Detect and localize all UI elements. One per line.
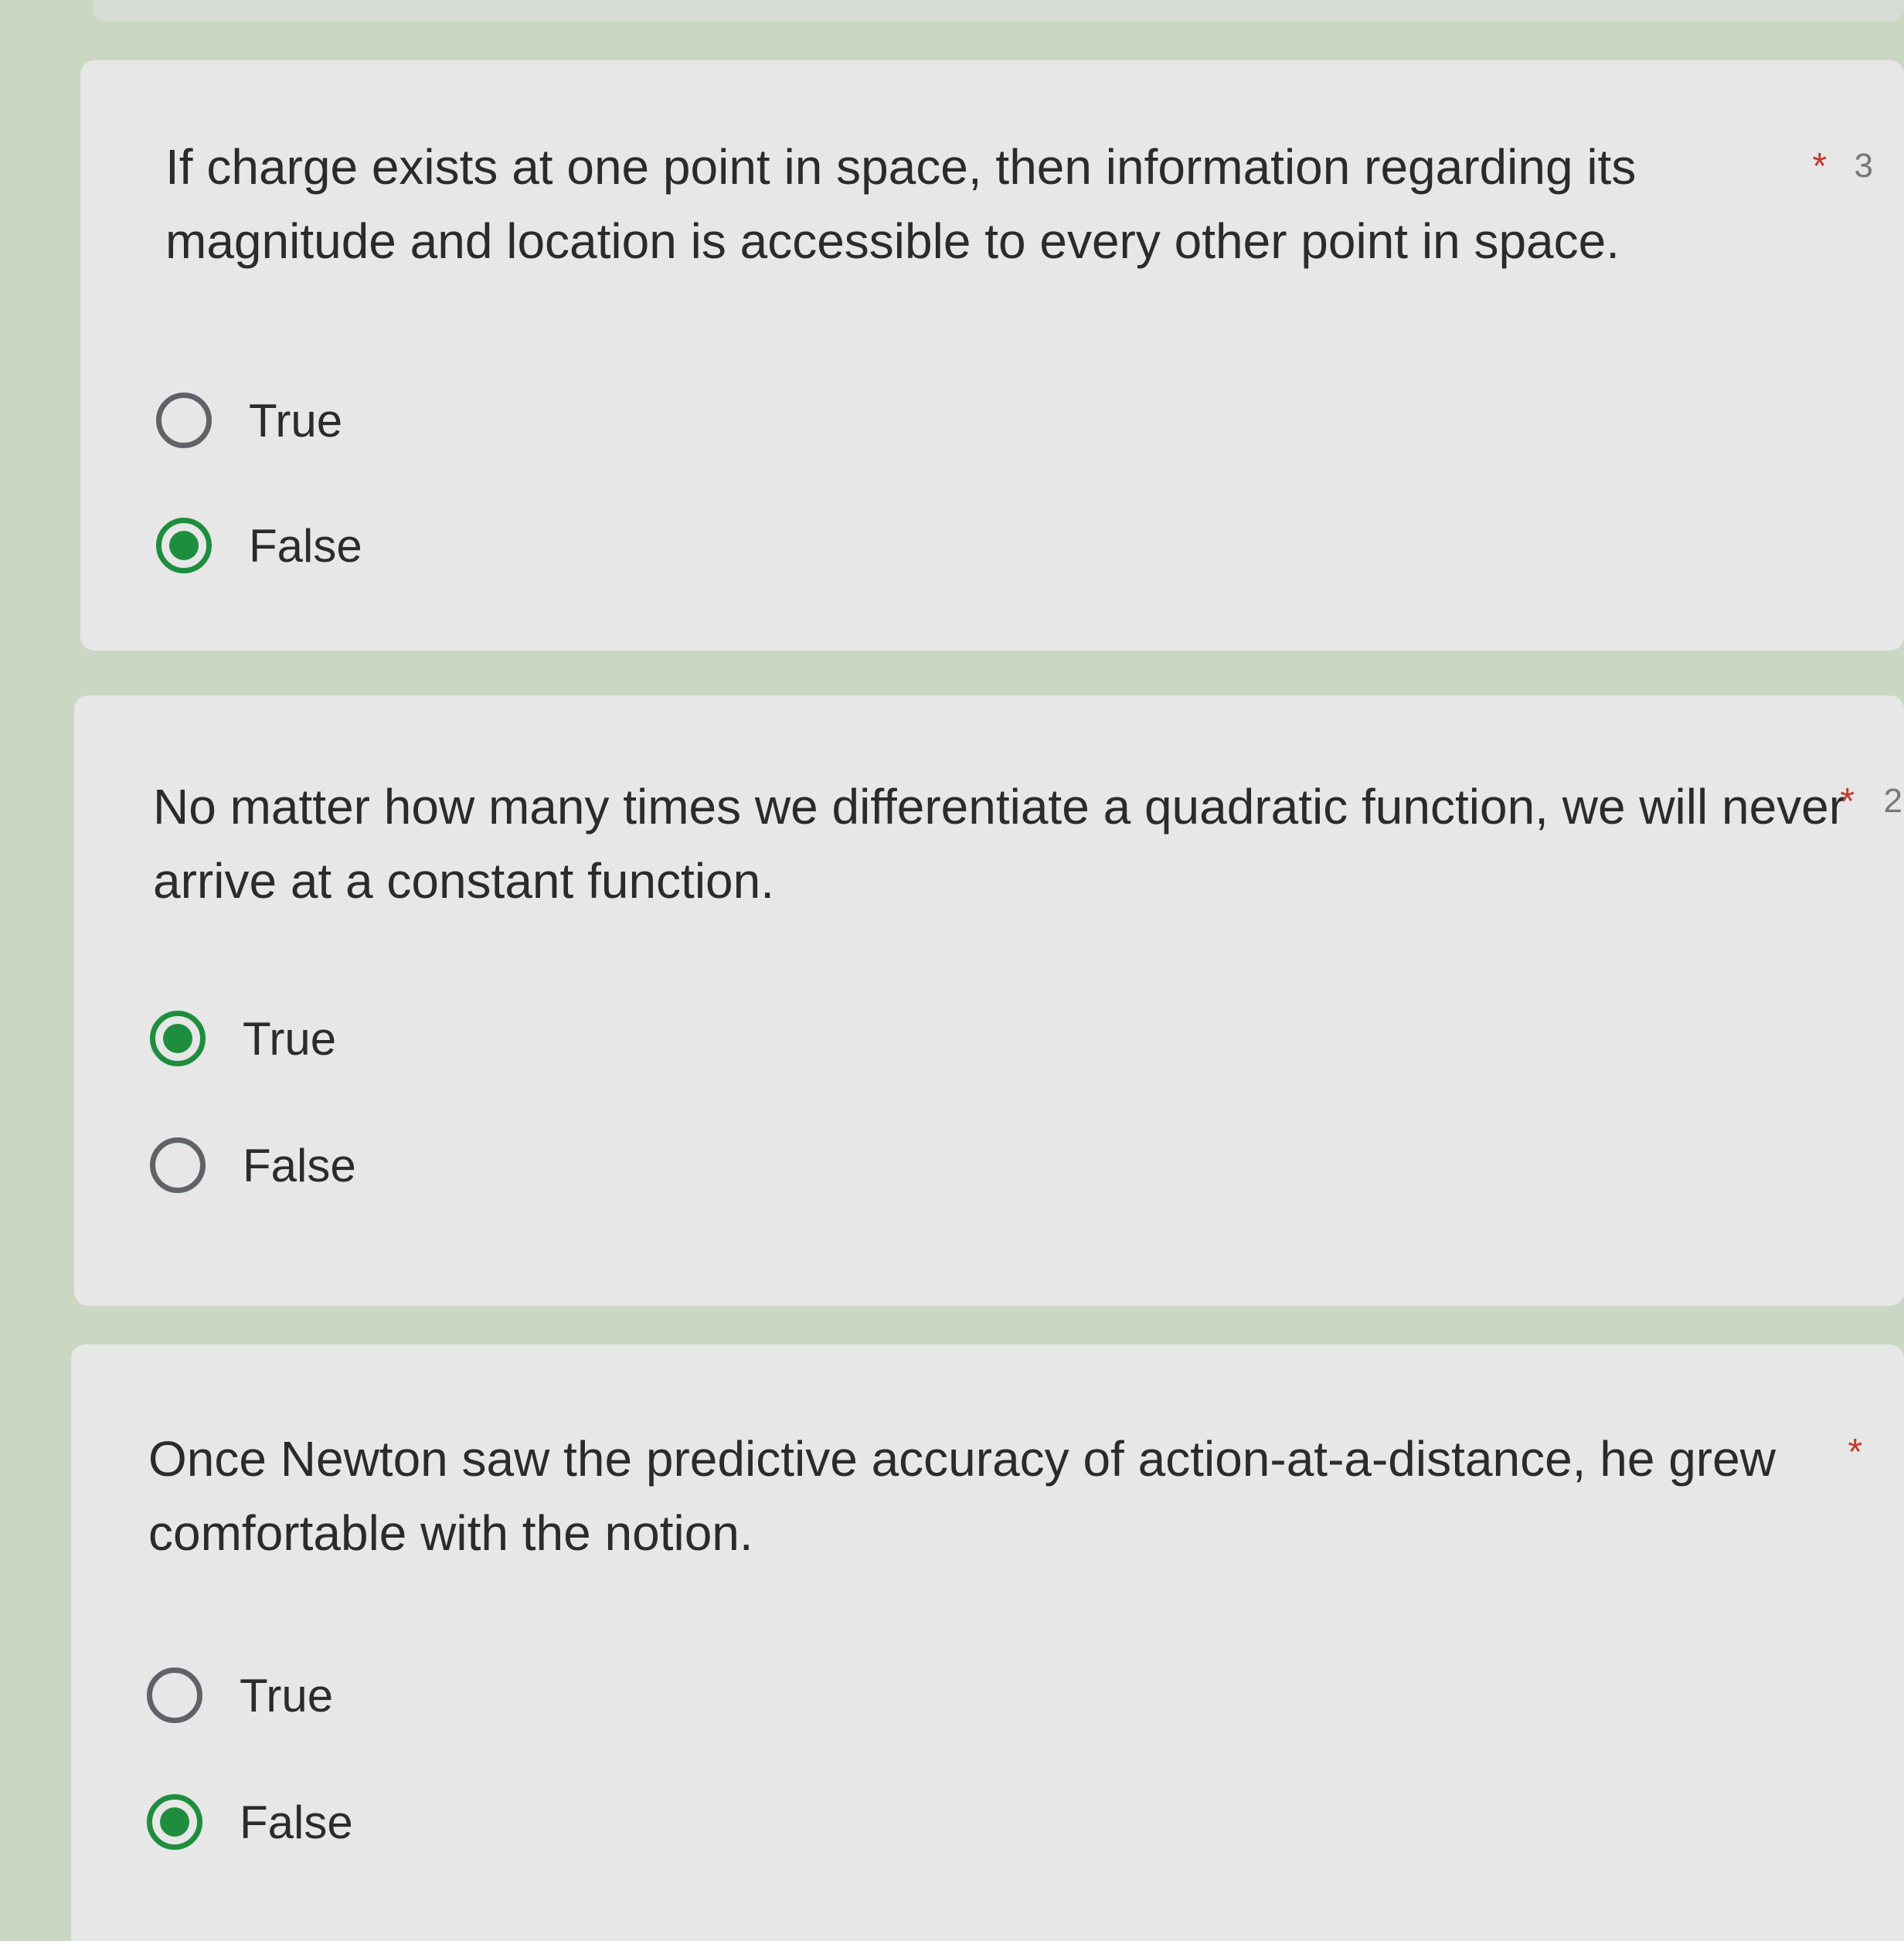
option-true[interactable]: True: [156, 388, 342, 453]
option-label: False: [240, 1796, 353, 1848]
radio-unchecked-icon[interactable]: [150, 1137, 206, 1193]
question-text: Once Newton saw the predictive accuracy …: [148, 1431, 1776, 1561]
option-false[interactable]: False: [147, 1790, 353, 1854]
points-label: 2: [1883, 782, 1902, 820]
question-card: Once Newton saw the predictive accuracy …: [71, 1344, 1904, 1941]
question-card: No matter how many times we differentiat…: [74, 695, 1904, 1306]
option-label: True: [243, 1012, 337, 1065]
option-label: False: [243, 1139, 356, 1191]
option-label: True: [249, 394, 343, 447]
required-asterisk: *: [1848, 1432, 1862, 1473]
required-asterisk: *: [1812, 146, 1827, 187]
option-false[interactable]: False: [150, 1133, 356, 1198]
question-text: If charge exists at one point in space, …: [165, 139, 1637, 269]
radio-unchecked-icon[interactable]: [147, 1667, 202, 1723]
radio-checked-icon[interactable]: [147, 1794, 202, 1850]
option-false[interactable]: False: [156, 513, 362, 578]
option-true[interactable]: True: [147, 1663, 333, 1728]
radio-checked-icon[interactable]: [156, 518, 212, 573]
question-card: If charge exists at one point in space, …: [80, 60, 1904, 651]
option-true[interactable]: True: [150, 1006, 336, 1071]
radio-unchecked-icon[interactable]: [156, 393, 212, 448]
previous-card-edge: [93, 0, 1904, 22]
points-label: 3: [1854, 147, 1873, 185]
question-text: No matter how many times we differentiat…: [153, 779, 1846, 909]
option-label: True: [240, 1669, 334, 1722]
required-asterisk: *: [1840, 781, 1855, 822]
radio-checked-icon[interactable]: [150, 1011, 206, 1066]
option-label: False: [249, 519, 362, 572]
